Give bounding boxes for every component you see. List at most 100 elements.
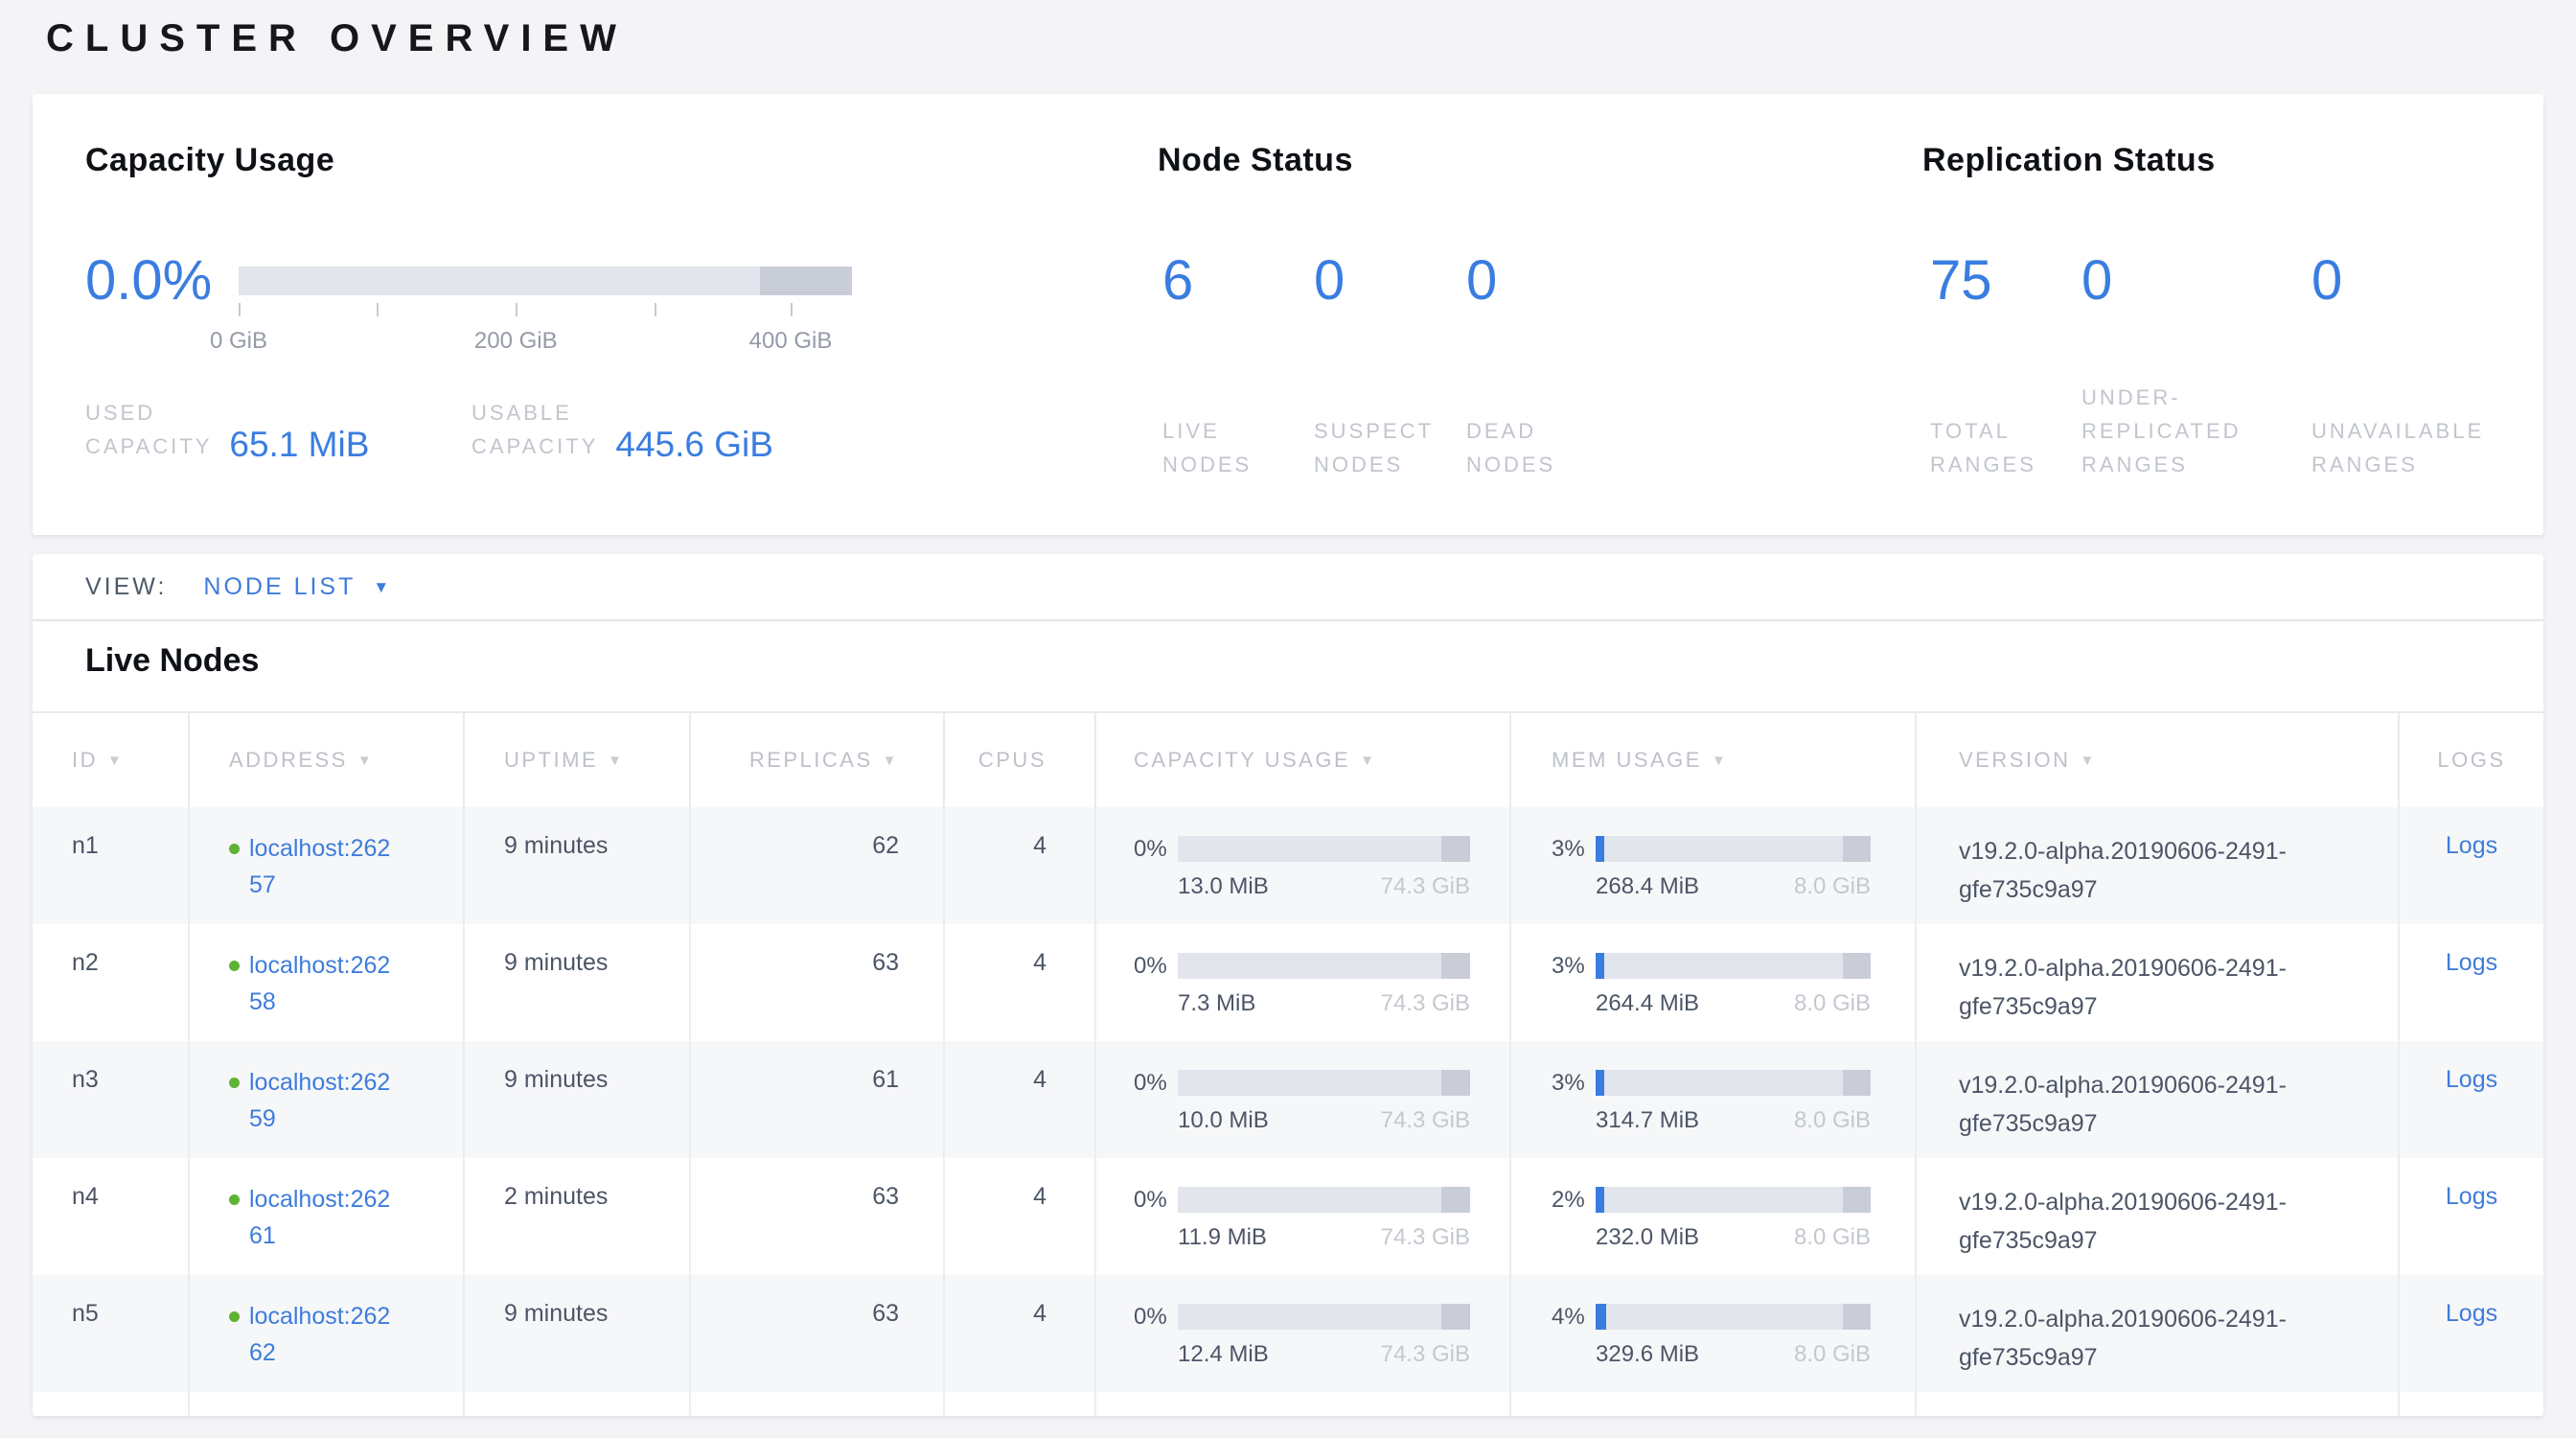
header-uptime[interactable]: UPTIME ▼ [463, 713, 689, 807]
capacity-used-value: 13.0 MiB [1178, 873, 1269, 900]
replicas-value: 63 [872, 949, 899, 976]
cell-uptime: 9 minutes [463, 1041, 689, 1158]
cell-logs: Logs [2398, 924, 2543, 1041]
cpus-value: 4 [1033, 1300, 1046, 1327]
uptime-value: 9 minutes [504, 949, 608, 976]
mem-percent-label: 2% [1552, 1187, 1596, 1275]
axis-tick [239, 303, 241, 316]
capacity-bar [1178, 1187, 1470, 1213]
replicas-value: 62 [872, 832, 899, 859]
capacity-gauge: 7.3 MiB 74.3 GiB [1178, 953, 1470, 1041]
cluster-summary-card: Capacity Usage 0.0% 0 GiB200 GiB400 GiB … [33, 94, 2543, 535]
cell-capacity-usage: 0% 7.3 MiB 74.3 GiB [1094, 924, 1509, 1041]
node-address-link[interactable]: localhost:26261 [249, 1181, 402, 1275]
logs-link[interactable]: Logs [2446, 1300, 2497, 1327]
capacity-gauge: 10.0 MiB 74.3 GiB [1178, 1070, 1470, 1158]
cell-mem-usage: 4% 329.6 MiB 8.0 GiB [1509, 1275, 1915, 1392]
header-version[interactable]: VERSION ▼ [1915, 713, 2398, 807]
stat-label-line: SUSPECT [1314, 414, 1434, 448]
cell-version: v19.2.0-alpha.20190606-2491-gfe735c9a97 [1915, 924, 2398, 1041]
node-address-link[interactable]: localhost:26258 [249, 947, 402, 1041]
table-body: n1 localhost:26257 9 minutes 62 4 0% 13.… [33, 807, 2543, 1392]
table-row: n4 localhost:26261 2 minutes 63 4 0% 11.… [33, 1158, 2543, 1275]
replication-status-title: Replication Status [1922, 142, 2216, 179]
header-address[interactable]: ADDRESS ▼ [188, 713, 463, 807]
stat-label-line: LIVE [1162, 414, 1252, 448]
cell-replicas: 63 [689, 924, 943, 1041]
node-status-title: Node Status [1158, 142, 1353, 179]
mem-bar-fill [1596, 1304, 1606, 1330]
logs-link[interactable]: Logs [2446, 832, 2497, 859]
header-capacity-usage[interactable]: CAPACITY USAGE ▼ [1094, 713, 1509, 807]
header-id[interactable]: ID ▼ [33, 713, 188, 807]
capacity-max-value: 74.3 GiB [1381, 990, 1470, 1017]
cell-node-id: n5 [33, 1275, 188, 1392]
node-status-section: Node Status 6 LIVE NODES 0 SUSPECT NODES… [1158, 94, 1771, 535]
capacity-max-value: 74.3 GiB [1381, 873, 1470, 900]
chevron-down-icon: ▼ [373, 579, 389, 595]
cell-address: localhost:26262 [188, 1275, 463, 1392]
sort-desc-icon: ▼ [2081, 753, 2097, 769]
capacity-used-value: 12.4 MiB [1178, 1341, 1269, 1368]
stat-label-line: TOTAL [1930, 414, 2036, 448]
header-mem-usage[interactable]: MEM USAGE ▼ [1509, 713, 1915, 807]
total-ranges-value: 75 [1930, 253, 1992, 309]
table-row: n5 localhost:26262 9 minutes 63 4 0% 12.… [33, 1275, 2543, 1392]
cell-version: v19.2.0-alpha.20190606-2491-gfe735c9a97 [1915, 1275, 2398, 1392]
logs-link[interactable]: Logs [2446, 1183, 2497, 1210]
cell-replicas: 61 [689, 1041, 943, 1158]
mem-bar [1596, 1070, 1871, 1096]
axis-tick-label: 400 GiB [749, 328, 833, 355]
mem-max-value: 8.0 GiB [1794, 1224, 1871, 1251]
sort-desc-icon: ▼ [608, 753, 624, 769]
live-nodes-card: VIEW: NODE LIST ▼ Live Nodes ID ▼ ADDRES… [33, 554, 2543, 1416]
node-address-link[interactable]: localhost:26262 [249, 1298, 402, 1392]
suspect-nodes-label: SUSPECT NODES [1314, 414, 1434, 481]
view-selector-dropdown[interactable]: NODE LIST ▼ [203, 573, 389, 601]
capacity-percent-label: 0% [1134, 953, 1178, 1041]
sort-desc-icon: ▼ [1712, 753, 1728, 769]
used-capacity-label-line: USED [85, 396, 212, 429]
header-label: CAPACITY USAGE [1134, 748, 1350, 773]
under-replicated-ranges-value: 0 [2082, 253, 2112, 309]
header-label: VERSION [1959, 748, 2071, 773]
mem-gauge: 232.0 MiB 8.0 GiB [1596, 1187, 1871, 1275]
uptime-value: 9 minutes [504, 1300, 608, 1327]
axis-tick [377, 303, 379, 316]
mem-bar-reserved [1843, 953, 1871, 979]
logs-link[interactable]: Logs [2446, 949, 2497, 976]
cell-address: localhost:26259 [188, 1041, 463, 1158]
view-bar: VIEW: NODE LIST ▼ [33, 554, 2543, 621]
node-live-dot-icon [229, 961, 240, 971]
header-replicas[interactable]: REPLICAS ▼ [689, 713, 943, 807]
node-address-link[interactable]: localhost:26257 [249, 830, 402, 924]
table-header-row: ID ▼ ADDRESS ▼ UPTIME ▼ REPLICAS ▼ CPUS … [33, 711, 2543, 807]
cell-replicas: 63 [689, 1275, 943, 1392]
mem-bar-reserved [1843, 1070, 1871, 1096]
total-ranges-label: TOTAL RANGES [1930, 414, 2036, 481]
cell-empty [2398, 1392, 2543, 1416]
cell-mem-usage: 3% 268.4 MiB 8.0 GiB [1509, 807, 1915, 924]
stat-label-line: REPLICATED [2082, 414, 2242, 448]
cell-empty [1509, 1392, 1915, 1416]
version-value: v19.2.0-alpha.20190606-2491-gfe735c9a97 [1959, 832, 2392, 909]
header-label: ADDRESS [229, 748, 348, 773]
cell-address: localhost:26258 [188, 924, 463, 1041]
cell-capacity-usage: 0% 12.4 MiB 74.3 GiB [1094, 1275, 1509, 1392]
mem-bar-fill [1596, 836, 1604, 862]
capacity-percent-label: 0% [1134, 1070, 1178, 1158]
logs-link[interactable]: Logs [2446, 1066, 2497, 1093]
cpus-value: 4 [1033, 832, 1046, 859]
cell-mem-usage: 3% 314.7 MiB 8.0 GiB [1509, 1041, 1915, 1158]
view-selected-value: NODE LIST [203, 573, 356, 601]
node-id: n2 [72, 949, 99, 976]
header-logs: LOGS [2398, 713, 2543, 807]
mem-max-value: 8.0 GiB [1794, 990, 1871, 1017]
capacity-used-value: 11.9 MiB [1178, 1224, 1267, 1251]
cell-node-id: n4 [33, 1158, 188, 1275]
node-address-link[interactable]: localhost:26259 [249, 1064, 402, 1158]
live-nodes-title: Live Nodes [85, 642, 259, 680]
mem-bar-fill [1596, 953, 1604, 979]
usable-capacity-label-line: USABLE [472, 396, 598, 429]
sort-desc-icon: ▼ [107, 753, 124, 769]
